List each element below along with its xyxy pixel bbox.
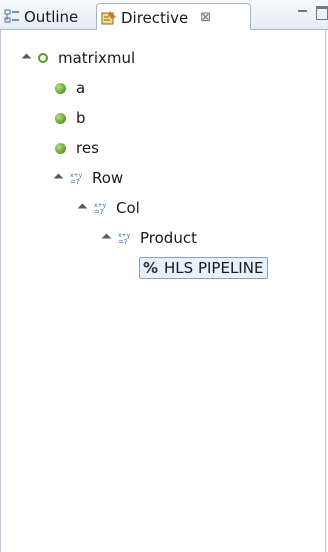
minimize-icon[interactable]	[296, 6, 310, 20]
function-icon	[38, 53, 48, 63]
variable-icon	[55, 142, 66, 154]
tree-item-variable-a[interactable]: a	[55, 76, 85, 100]
view-tab-bar: Outline Directive ⊠	[0, 0, 328, 31]
tab-outline[interactable]: Outline	[0, 3, 96, 30]
loop-icon: x+y =?	[70, 172, 83, 185]
loop-icon: x+y =?	[94, 202, 107, 215]
loop-icon: x+y =?	[118, 232, 131, 245]
expand-icon[interactable]	[21, 53, 32, 63]
close-icon[interactable]: ⊠	[200, 10, 211, 25]
tree-item-label: Product	[140, 229, 197, 247]
svg-text:=?: =?	[118, 238, 128, 245]
tree-item-directive-hls-pipeline[interactable]: % HLS PIPELINE	[139, 256, 269, 280]
variable-icon	[55, 82, 66, 94]
expand-icon[interactable]	[77, 203, 88, 213]
tab-directive-label: Directive	[121, 8, 189, 27]
tree-item-variable-b[interactable]: b	[55, 106, 86, 130]
tree-item-matrixmul[interactable]: matrixmul	[21, 46, 136, 70]
directive-icon	[101, 10, 116, 24]
tree-item-label: Col	[116, 199, 140, 217]
tab-outline-label: Outline	[24, 7, 79, 26]
tree-item-loop-product[interactable]: x+y =? Product	[101, 226, 197, 250]
tree-item-label: Row	[92, 169, 124, 187]
tree-item-label: a	[76, 79, 86, 97]
tree-item-variable-res[interactable]: res	[55, 136, 99, 160]
variable-icon	[55, 112, 66, 124]
tree-item-loop-row[interactable]: x+y =? Row	[53, 166, 124, 190]
directive-tree-panel: matrixmul a b res x+y =? Row x+y =? Col …	[0, 30, 326, 552]
svg-text:=?: =?	[70, 178, 80, 185]
tab-directive[interactable]: Directive ⊠	[96, 3, 251, 31]
tree-item-label: b	[76, 109, 86, 127]
tree-item-label: HLS PIPELINE	[164, 259, 264, 277]
outline-icon	[4, 9, 19, 22]
maximize-icon[interactable]	[316, 6, 328, 20]
tree-item-label: res	[76, 139, 99, 157]
svg-text:=?: =?	[94, 208, 104, 215]
expand-icon[interactable]	[53, 173, 64, 183]
directive-pragma-icon: %	[143, 259, 159, 277]
tree-item-label: matrixmul	[58, 49, 136, 67]
selected-tree-item[interactable]: % HLS PIPELINE	[139, 257, 269, 279]
tree-item-loop-col[interactable]: x+y =? Col	[77, 196, 140, 220]
expand-icon[interactable]	[101, 233, 112, 243]
